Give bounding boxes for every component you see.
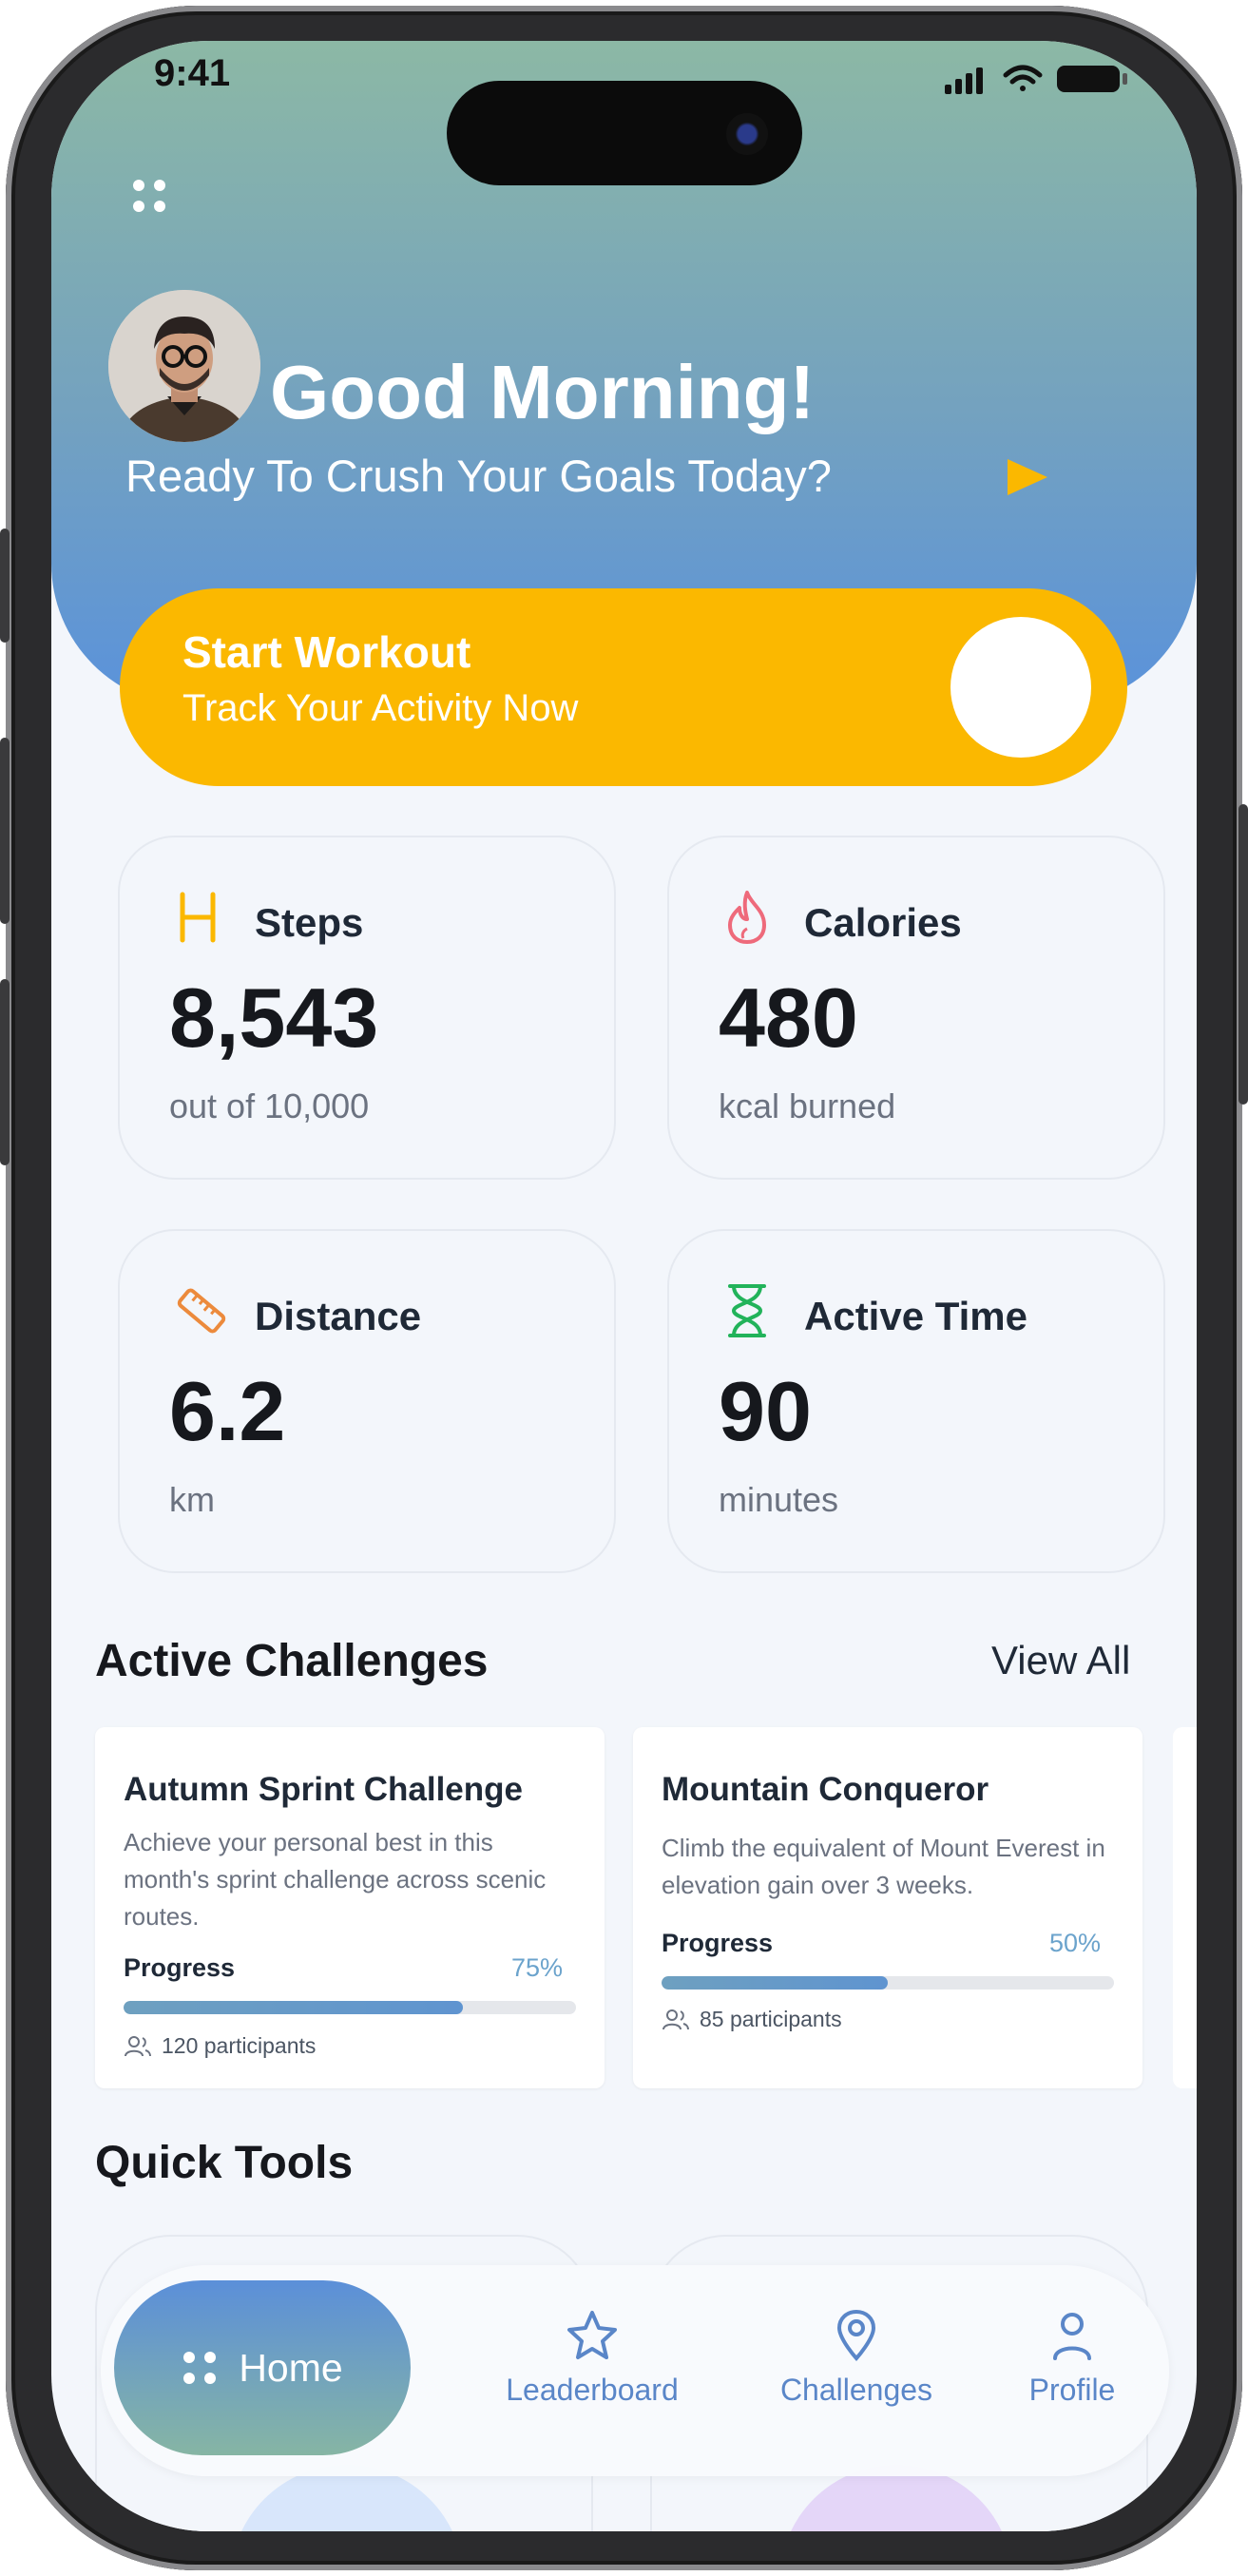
- stat-label: Steps: [255, 900, 364, 945]
- progress-percent: 75%: [510, 1953, 563, 1982]
- challenge-description: Climb the equivalent of Mount Everest in…: [662, 1834, 1105, 1899]
- volume-up-button: [0, 738, 10, 924]
- stat-unit: out of 10,000: [169, 1086, 370, 1125]
- volume-down-button: [0, 979, 10, 1165]
- avatar-portrait: [108, 290, 260, 442]
- nav-home-label: Home: [239, 2345, 343, 2390]
- stat-value: 480: [719, 971, 858, 1065]
- progress-percent: 50%: [1048, 1929, 1101, 1957]
- challenge-card-partial[interactable]: [1173, 1727, 1197, 2088]
- stat-value: 90: [719, 1364, 812, 1458]
- menu-grid-icon[interactable]: [127, 174, 173, 220]
- power-button: [1238, 804, 1248, 1105]
- wifi-icon: [1003, 65, 1043, 91]
- participants-label: 120 participants: [162, 2033, 317, 2058]
- progress-bar: [662, 1976, 1114, 1990]
- status-icons: [945, 65, 1127, 94]
- status-time: 9:41: [154, 52, 231, 94]
- stat-value: 6.2: [169, 1364, 286, 1458]
- stat-label: Active Time: [804, 1294, 1027, 1338]
- user-icon: [1053, 2313, 1091, 2360]
- participants-count: 85 participants: [662, 2007, 842, 2032]
- challenge-card[interactable]: Autumn Sprint Challenge Achieve your per…: [95, 1727, 605, 2088]
- nav-leaderboard-label: Leaderboard: [506, 2373, 679, 2407]
- challenge-title: Autumn Sprint Challenge: [124, 1771, 523, 1808]
- star-icon: [567, 2311, 617, 2359]
- flame-icon: [728, 891, 766, 944]
- screen: 9:41 Good Morning! Ready To Crush Your G…: [51, 41, 1197, 2531]
- workout-title: Start Workout: [182, 627, 471, 677]
- users-icon: [662, 2009, 689, 2029]
- participants-label: 85 participants: [700, 2007, 842, 2031]
- progress-bar-fill: [124, 2001, 463, 2014]
- bottom-navigation: Home Leaderboard Challenges Profile: [101, 2265, 1169, 2476]
- greeting-title: Good Morning!: [270, 350, 816, 434]
- dynamic-island: [447, 81, 802, 185]
- stat-label: Distance: [255, 1294, 422, 1338]
- nav-profile-label: Profile: [1028, 2373, 1116, 2407]
- stat-card-distance[interactable]: Distance 6.2 km: [118, 1229, 616, 1573]
- camera-icon: [726, 113, 768, 155]
- play-icon[interactable]: [1006, 457, 1049, 497]
- greeting-subtitle: Ready To Crush Your Goals Today?: [125, 451, 832, 501]
- battery-icon: [1057, 66, 1127, 92]
- participants-count: 120 participants: [124, 2033, 316, 2059]
- progress-label: Progress: [662, 1929, 774, 1957]
- stat-unit: kcal burned: [719, 1086, 896, 1125]
- nav-leaderboard[interactable]: Leaderboard: [492, 2309, 692, 2408]
- start-workout-button[interactable]: Start Workout Track Your Activity Now: [120, 588, 1127, 786]
- nav-challenges[interactable]: Challenges: [766, 2309, 947, 2408]
- stat-card-active-time[interactable]: Active Time 90 minutes: [667, 1229, 1165, 1573]
- progress-bar: [124, 2001, 576, 2014]
- view-all-link[interactable]: View All: [991, 1638, 1130, 1683]
- workout-subtitle: Track Your Activity Now: [182, 687, 579, 729]
- action-button: [0, 529, 10, 643]
- users-icon: [125, 2035, 151, 2056]
- home-grid-icon: [183, 2352, 217, 2384]
- stat-card-steps[interactable]: Steps 8,543 out of 10,000: [118, 836, 616, 1180]
- stat-card-calories[interactable]: Calories 480 kcal burned: [667, 836, 1165, 1180]
- challenge-description: Achieve your personal best in this month…: [124, 1828, 547, 1931]
- challenge-card[interactable]: Mountain Conqueror Climb the equivalent …: [633, 1727, 1142, 2088]
- progress-label: Progress: [124, 1953, 236, 1982]
- avatar[interactable]: [108, 290, 260, 442]
- section-title-quick-tools: Quick Tools: [95, 2138, 354, 2188]
- ruler-icon: [177, 1288, 226, 1334]
- stat-label: Calories: [804, 900, 962, 945]
- nav-profile[interactable]: Profile: [1015, 2309, 1129, 2408]
- nav-home[interactable]: Home: [114, 2280, 411, 2455]
- stat-unit: minutes: [719, 1480, 839, 1519]
- stat-value: 8,543: [169, 971, 379, 1065]
- progress-bar-fill: [662, 1976, 888, 1990]
- steps-icon: [180, 892, 216, 943]
- section-title-challenges: Active Challenges: [95, 1636, 489, 1686]
- signal-icon: [945, 67, 983, 94]
- hourglass-icon: [728, 1284, 766, 1337]
- nav-challenges-label: Challenges: [779, 2373, 933, 2407]
- stat-unit: km: [169, 1480, 215, 1519]
- location-pin-icon: [836, 2309, 876, 2361]
- workout-toggle-knob[interactable]: [950, 617, 1091, 758]
- challenge-title: Mountain Conqueror: [662, 1771, 989, 1808]
